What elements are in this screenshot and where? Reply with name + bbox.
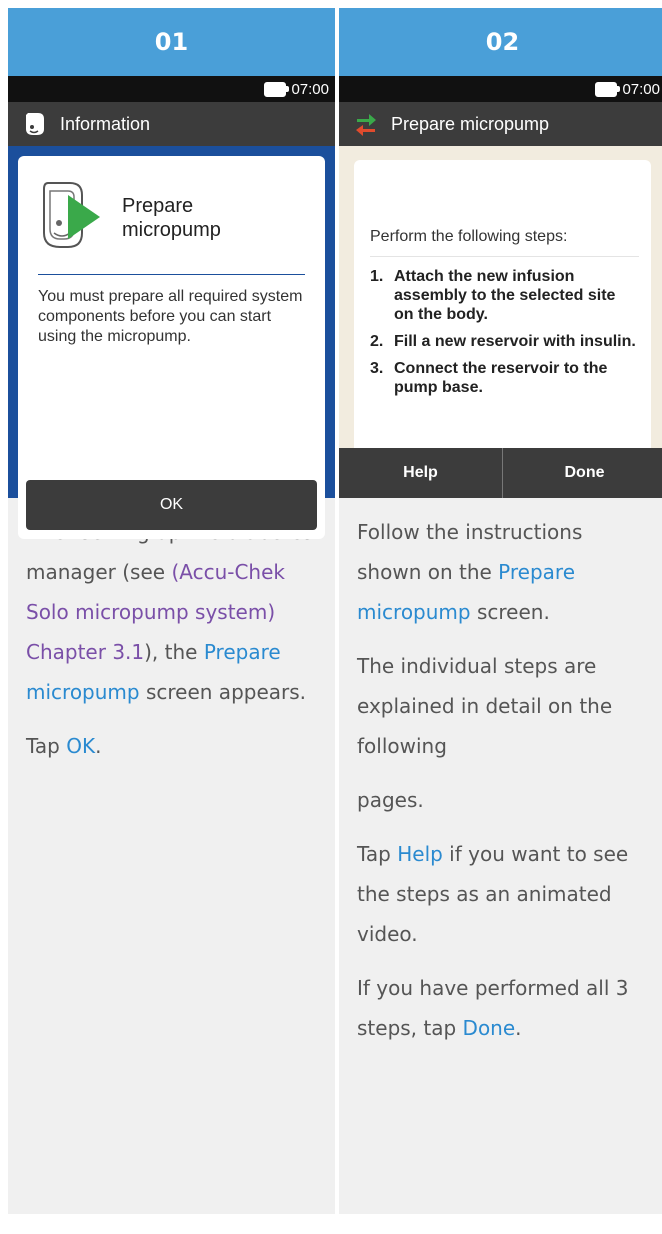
step-text: Attach the new infusion assembly to the … — [394, 268, 616, 323]
screen-title-bar: Information — [8, 102, 335, 146]
card-heading: Prepare micropump — [122, 195, 221, 241]
ok-reference: OK — [66, 734, 96, 758]
divider — [370, 256, 639, 257]
step-number: 2. — [370, 333, 384, 350]
status-bar: 07:00 — [8, 76, 335, 102]
micropump-play-icon — [40, 179, 102, 257]
step-text: Fill a new reservoir with insulin. — [394, 333, 636, 350]
desc-text: screen. — [470, 600, 550, 624]
card-hero: Prepare micropump — [18, 156, 325, 268]
status-time: 07:00 — [622, 80, 660, 98]
desc-paragraph: Tap OK. — [26, 726, 317, 766]
page: 01 07:00 Information Prepare micropump Y… — [0, 0, 662, 1234]
list-item: 3. Connect the reservoir to the pump base… — [370, 359, 639, 397]
desc-paragraph: Tap Help if you want to see the steps as… — [357, 834, 648, 954]
desc-text: Tap — [357, 842, 398, 866]
bottom-action-bar: Help Done — [339, 448, 662, 498]
device-screen-prepare-micropump: 07:00 Prepare micropump Perform the foll… — [339, 76, 662, 498]
steps-list: 1. Attach the new infusion assembly to th… — [354, 267, 651, 397]
desc-text: ), the — [144, 640, 204, 664]
step-number: 3. — [370, 360, 384, 377]
list-item: 1. Attach the new infusion assembly to th… — [370, 267, 639, 324]
battery-icon — [264, 81, 290, 97]
done-reference: Done — [462, 1016, 516, 1040]
done-button[interactable]: Done — [503, 448, 662, 498]
battery-icon — [595, 81, 621, 97]
desc-text: Tap — [26, 734, 67, 758]
desc-text: . — [515, 1016, 522, 1040]
desc-text: . — [95, 734, 102, 758]
desc-paragraph: If you have performed all 3 steps, tap D… — [357, 968, 648, 1048]
desc-paragraph: pages. — [357, 788, 424, 812]
card-body-text: You must prepare all required system com… — [38, 288, 303, 345]
screen-title: Information — [60, 113, 151, 134]
desc-paragraph: The individual steps are explained in de… — [357, 654, 613, 758]
steps-intro: Perform the following steps: — [370, 228, 568, 245]
step-number-01: 01 — [8, 8, 335, 76]
step-number-02: 02 — [339, 8, 662, 76]
steps-card: Perform the following steps: 1. Attach th… — [354, 160, 651, 493]
status-bar: 07:00 — [339, 76, 662, 102]
screen-title-bar: Prepare micropump — [339, 102, 662, 146]
device-screen-information: 07:00 Information Prepare micropump You … — [8, 76, 335, 539]
desc-text: screen appears. — [139, 680, 307, 704]
step-text: Connect the reservoir to the pump base. — [394, 360, 608, 396]
ok-button[interactable]: OK — [26, 480, 317, 530]
step-column-01: 01 07:00 Information Prepare micropump Y… — [8, 8, 335, 1214]
status-time: 07:00 — [291, 80, 329, 98]
desc-paragraph: Follow the instructions shown on the Pre… — [357, 512, 648, 632]
help-reference: Help — [397, 842, 443, 866]
step-description-02: Follow the instructions shown on the Pre… — [339, 498, 662, 1048]
step-column-02: 02 07:00 Prepare micropump Perform the f… — [339, 8, 662, 1214]
swap-arrows-icon — [351, 109, 381, 139]
micropump-info-icon — [20, 109, 50, 139]
step-number: 1. — [370, 268, 384, 285]
screen-title: Prepare micropump — [391, 113, 550, 134]
information-card: Prepare micropump You must prepare all r… — [18, 156, 325, 539]
divider — [38, 274, 305, 275]
desc-paragraph: After setting up the diabetes manager (s… — [26, 512, 317, 712]
list-item: 2. Fill a new reservoir with insulin. — [370, 332, 639, 351]
help-button[interactable]: Help — [339, 448, 502, 498]
